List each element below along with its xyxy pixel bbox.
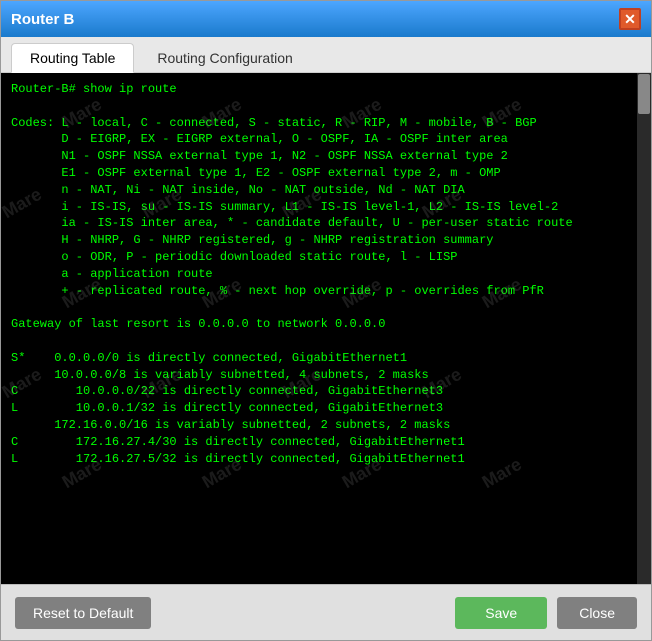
titlebar: Router B ✕: [1, 1, 651, 37]
window-close-button[interactable]: ✕: [619, 8, 641, 30]
terminal-output: Router-B# show ip route Codes: L - local…: [1, 73, 637, 584]
tab-routing-configuration[interactable]: Routing Configuration: [138, 43, 311, 72]
scrollbar-track[interactable]: [637, 73, 651, 584]
save-button[interactable]: Save: [455, 597, 547, 629]
reset-to-default-button[interactable]: Reset to Default: [15, 597, 151, 629]
close-button[interactable]: Close: [557, 597, 637, 629]
terminal-area: Router-B# show ip route Codes: L - local…: [1, 73, 651, 584]
scrollbar[interactable]: [637, 73, 651, 584]
footer-bar: Reset to Default Save Close: [1, 584, 651, 640]
window-title: Router B: [11, 11, 74, 28]
tab-routing-table[interactable]: Routing Table: [11, 43, 134, 73]
tab-bar: Routing Table Routing Configuration: [1, 37, 651, 73]
scrollbar-thumb[interactable]: [638, 74, 650, 114]
router-b-window: Router B ✕ Routing Table Routing Configu…: [0, 0, 652, 641]
